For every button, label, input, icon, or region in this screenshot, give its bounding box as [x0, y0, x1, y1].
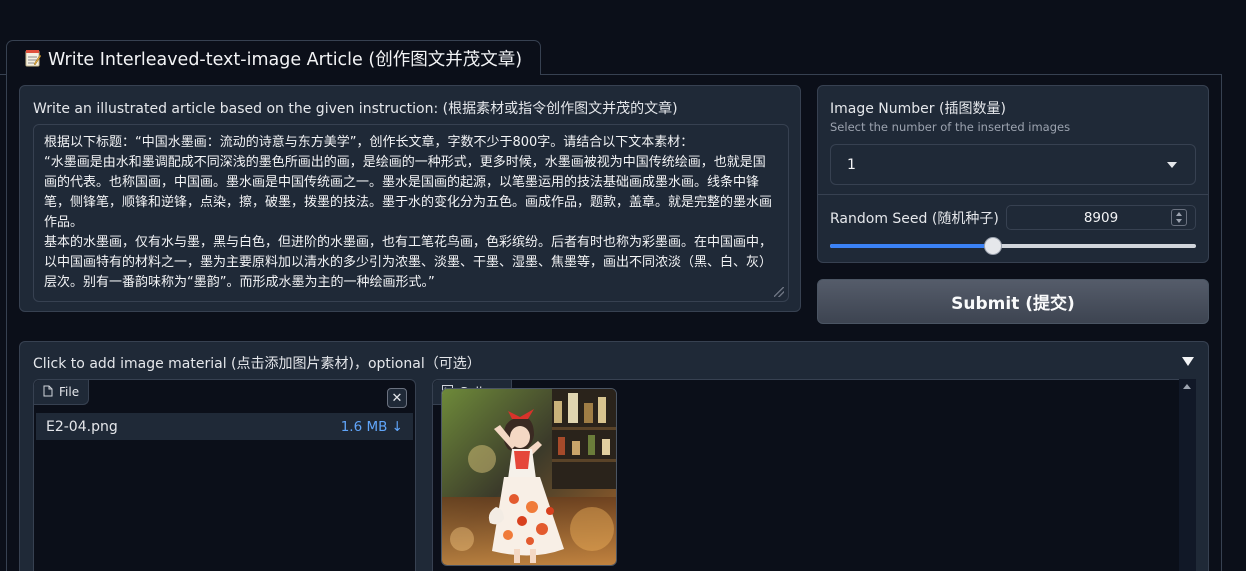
random-seed-value: 8909	[1083, 209, 1119, 226]
random-seed-label: Random Seed (随机种子)	[830, 211, 999, 227]
scroll-up-icon[interactable]	[1183, 384, 1191, 389]
settings-panel: Image Number (插图数量) Select the number of…	[817, 85, 1209, 263]
image-number-label: Image Number (插图数量)	[830, 101, 1006, 117]
file-badge: File	[34, 380, 90, 405]
file-row[interactable]: E2-04.png 1.6 MB ↓	[36, 413, 413, 440]
gallery-scrollbar[interactable]	[1179, 379, 1196, 571]
slider-fill	[830, 244, 993, 248]
file-upload-panel: File ✕ E2-04.png 1.6 MB ↓	[33, 379, 416, 571]
image-number-info: Select the number of the inserted images	[830, 120, 1071, 134]
instruction-label: Write an illustrated article based on th…	[33, 101, 678, 117]
instruction-textarea[interactable]: 根据以下标题：“中国水墨画：流动的诗意与东方美学”，创作长文章，字数不少于800…	[33, 124, 789, 302]
file-badge-label: File	[59, 385, 80, 399]
random-seed-input[interactable]: 8909	[1006, 205, 1196, 230]
file-size-download-link[interactable]: 1.6 MB ↓	[341, 419, 403, 435]
chevron-down-icon	[1167, 161, 1177, 168]
image-number-value: 1	[847, 156, 856, 173]
divider	[818, 194, 1208, 195]
image-number-dropdown[interactable]: 1	[830, 144, 1196, 185]
close-icon[interactable]: ✕	[387, 388, 407, 408]
resize-grip-icon[interactable]	[774, 287, 784, 297]
gallery-thumbnail[interactable]	[441, 388, 617, 566]
chevron-down-icon[interactable]	[1182, 357, 1194, 366]
image-material-accordion: Click to add image material (点击添加图片素材)，o…	[19, 341, 1209, 571]
spinner-icon[interactable]	[1171, 209, 1187, 226]
instruction-panel: Write an illustrated article based on th…	[19, 85, 801, 312]
accordion-title[interactable]: Click to add image material (点击添加图片素材)，o…	[33, 353, 481, 373]
gallery-panel: Gallery	[432, 379, 1196, 571]
tab-label: Write Interleaved-text-image Article (创作…	[48, 49, 523, 70]
submit-button[interactable]: Submit (提交)	[817, 279, 1209, 324]
file-name: E2-04.png	[46, 418, 118, 435]
random-seed-slider[interactable]	[830, 237, 1196, 255]
tab-write-article[interactable]: Write Interleaved-text-image Article (创作…	[6, 40, 541, 75]
memo-icon	[25, 49, 41, 67]
file-icon	[43, 385, 53, 400]
slider-thumb[interactable]	[983, 237, 1002, 255]
